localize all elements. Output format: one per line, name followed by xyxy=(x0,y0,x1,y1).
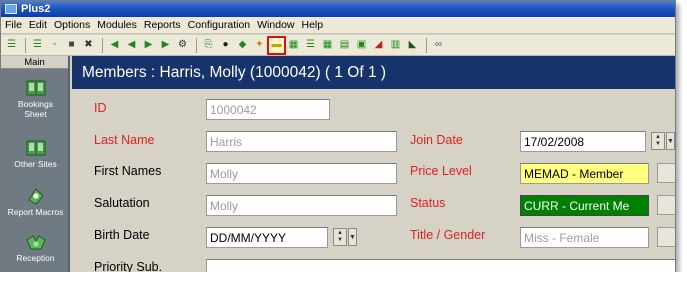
stock-icon[interactable]: ☰ xyxy=(303,38,318,53)
birth-date-field[interactable]: DD/MM/YYYY xyxy=(206,227,328,248)
nav-item-other-sites[interactable]: Other Sites xyxy=(1,138,70,170)
record-header: Members : Harris, Molly (1000042) ( 1 Of… xyxy=(72,56,675,89)
delete-icon[interactable]: ✖ xyxy=(81,38,96,53)
spin-down-icon: ▼ xyxy=(655,141,661,147)
first-names-field[interactable]: Molly xyxy=(206,163,397,184)
menu-reports[interactable]: Reports xyxy=(140,19,184,31)
birth-date-spinner[interactable]: ▲ ▼ xyxy=(333,228,347,246)
member-record-panel: Members : Harris, Molly (1000042) ( 1 Of… xyxy=(72,56,675,275)
nav-item-bookings-sheet[interactable]: Bookings Sheet xyxy=(1,78,70,120)
charts-icon[interactable]: ▥ xyxy=(388,38,403,53)
toolbar-separator xyxy=(102,37,103,53)
group-icon[interactable]: ◆ xyxy=(235,38,250,53)
menu-configuration[interactable]: Configuration xyxy=(184,19,253,31)
status-lookup-button[interactable] xyxy=(657,195,675,215)
book-icon xyxy=(26,140,45,156)
price-level-field[interactable]: MEMAD - Member xyxy=(520,163,649,184)
open-folder-icon[interactable]: ◦ xyxy=(47,38,62,53)
wand-icon[interactable]: ✦ xyxy=(252,38,267,53)
chevron-down-icon: ▼ xyxy=(667,137,674,145)
first-page-icon[interactable]: ☰ xyxy=(4,38,19,53)
title-gender-lookup-button[interactable] xyxy=(657,227,675,247)
menu-bar: File Edit Options Modules Reports Config… xyxy=(1,17,675,34)
join-date-field[interactable]: 17/02/2008 xyxy=(520,131,646,152)
status-label: Status xyxy=(410,196,446,210)
nav-item-label: Reception xyxy=(16,253,55,263)
spin-up-icon: ▲ xyxy=(337,230,343,236)
next-record-icon[interactable]: ▶ xyxy=(141,38,156,53)
reports-icon[interactable]: ◢ xyxy=(371,38,386,53)
nav-header: Main xyxy=(1,56,68,69)
admin-icon[interactable]: ◣ xyxy=(405,38,420,53)
window-title: Plus2 xyxy=(21,3,51,15)
join-date-label: Join Date xyxy=(410,133,463,147)
salutation-label: Salutation xyxy=(94,196,150,210)
price-level-lookup-button[interactable] xyxy=(657,163,675,183)
first-names-label: First Names xyxy=(94,164,162,178)
toolbar-separator xyxy=(25,37,26,53)
spin-down-icon: ▼ xyxy=(337,237,343,243)
menu-options[interactable]: Options xyxy=(50,19,93,31)
first-record-icon[interactable]: ◀ xyxy=(107,38,122,53)
macro-icon xyxy=(27,188,44,205)
menu-edit[interactable]: Edit xyxy=(25,19,50,31)
nav-item-reception[interactable]: Reception xyxy=(1,232,70,264)
join-date-dropdown[interactable]: ▼ xyxy=(666,132,675,150)
menu-file[interactable]: File xyxy=(1,19,25,31)
save-icon[interactable]: ■ xyxy=(64,38,79,53)
menu-window[interactable]: Window xyxy=(253,19,297,31)
app-icon xyxy=(5,4,17,14)
previous-record-icon[interactable]: ◀ xyxy=(124,38,139,53)
birth-date-label: Birth Date xyxy=(94,228,150,242)
menu-help[interactable]: Help xyxy=(298,19,327,31)
nav-item-label: Other Sites xyxy=(14,159,57,169)
id-field[interactable]: 1000042 xyxy=(206,99,330,120)
list-icon[interactable]: ☰ xyxy=(30,38,45,53)
contacts-icon[interactable]: ▣ xyxy=(354,38,369,53)
nav-item-report-macros[interactable]: Report Macros xyxy=(1,186,70,218)
nav-item-label: Bookings Sheet xyxy=(18,99,53,119)
bookings-icon[interactable]: ▦ xyxy=(286,38,301,53)
reception-icon xyxy=(25,235,46,250)
menu-modules[interactable]: Modules xyxy=(93,19,140,31)
card-icon[interactable]: ▬ xyxy=(267,35,286,55)
calendar-icon[interactable]: ▦ xyxy=(320,38,335,53)
torn-edge xyxy=(0,272,687,288)
title-bar: Plus2 xyxy=(1,1,675,17)
spin-up-icon: ▲ xyxy=(655,134,661,140)
book-icon xyxy=(26,80,45,96)
last-record-icon[interactable]: ▶ xyxy=(158,38,173,53)
price-level-label: Price Level xyxy=(410,164,472,178)
app-window: Plus2 File Edit Options Modules Reports … xyxy=(0,0,676,276)
birth-date-dropdown[interactable]: ▼ xyxy=(348,228,357,246)
title-gender-field[interactable]: Miss - Female xyxy=(520,227,649,248)
toolbar-separator xyxy=(196,37,197,53)
chevron-down-icon: ▼ xyxy=(349,233,356,241)
nav-item-label: Report Macros xyxy=(7,207,64,217)
last-name-field[interactable]: Harris xyxy=(206,131,397,152)
link-icon[interactable]: ∞ xyxy=(431,38,446,53)
toolbar-separator xyxy=(426,37,427,53)
print-icon[interactable]: ⎘ xyxy=(201,38,216,53)
title-gender-label: Title / Gender xyxy=(410,228,486,242)
id-label: ID xyxy=(94,101,107,115)
sales-icon[interactable]: ▤ xyxy=(337,38,352,53)
salutation-field[interactable]: Molly xyxy=(206,195,397,216)
left-navigation: Main Bookings Sheet Other Sites Report M… xyxy=(1,56,70,275)
join-date-spinner[interactable]: ▲ ▼ xyxy=(651,132,665,150)
status-field[interactable]: CURR - Current Me xyxy=(520,195,649,216)
last-name-label: Last Name xyxy=(94,133,155,147)
members-icon[interactable]: ● xyxy=(218,38,233,53)
find-icon[interactable]: ⚙ xyxy=(175,38,190,53)
toolbar: ☰ ☰ ◦ ■ ✖ ◀ ◀ ▶ ▶ ⚙ ⎘ ● ◆ ✦ ▬ ▦ ☰ ▦ ▤ ▣ … xyxy=(1,35,675,56)
